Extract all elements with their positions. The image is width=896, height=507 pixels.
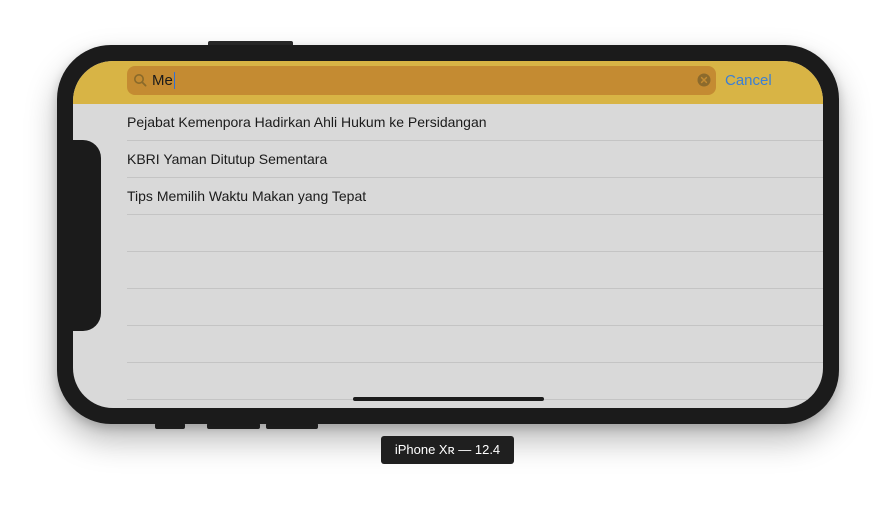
simulator-stage: Me Cancel Pejabat Kemenpora Hadirkan Ahl… (0, 0, 896, 507)
empty-row (127, 215, 823, 252)
empty-row (127, 252, 823, 289)
device-notch (73, 140, 101, 331)
search-query: Me (152, 72, 173, 89)
results-list: Pejabat Kemenpora Hadirkan Ahli Hukum ke… (127, 104, 823, 400)
device-screen: Me Cancel Pejabat Kemenpora Hadirkan Ahl… (73, 61, 823, 408)
empty-row (127, 289, 823, 326)
search-input[interactable]: Me (152, 72, 176, 89)
cancel-button[interactable]: Cancel (725, 72, 772, 89)
search-icon (134, 74, 147, 87)
home-indicator[interactable] (353, 397, 544, 401)
empty-row (127, 363, 823, 400)
text-caret (173, 72, 176, 89)
empty-row (127, 326, 823, 363)
result-row[interactable]: Tips Memilih Waktu Makan yang Tepat (127, 178, 823, 215)
result-row[interactable]: KBRI Yaman Ditutup Sementara (127, 141, 823, 178)
search-field[interactable]: Me (127, 66, 716, 95)
search-bar: Me Cancel (73, 61, 823, 104)
device-caption: iPhone Xʀ — 12.4 (381, 436, 514, 464)
result-row[interactable]: Pejabat Kemenpora Hadirkan Ahli Hukum ke… (127, 104, 823, 141)
clear-icon[interactable] (697, 73, 711, 87)
